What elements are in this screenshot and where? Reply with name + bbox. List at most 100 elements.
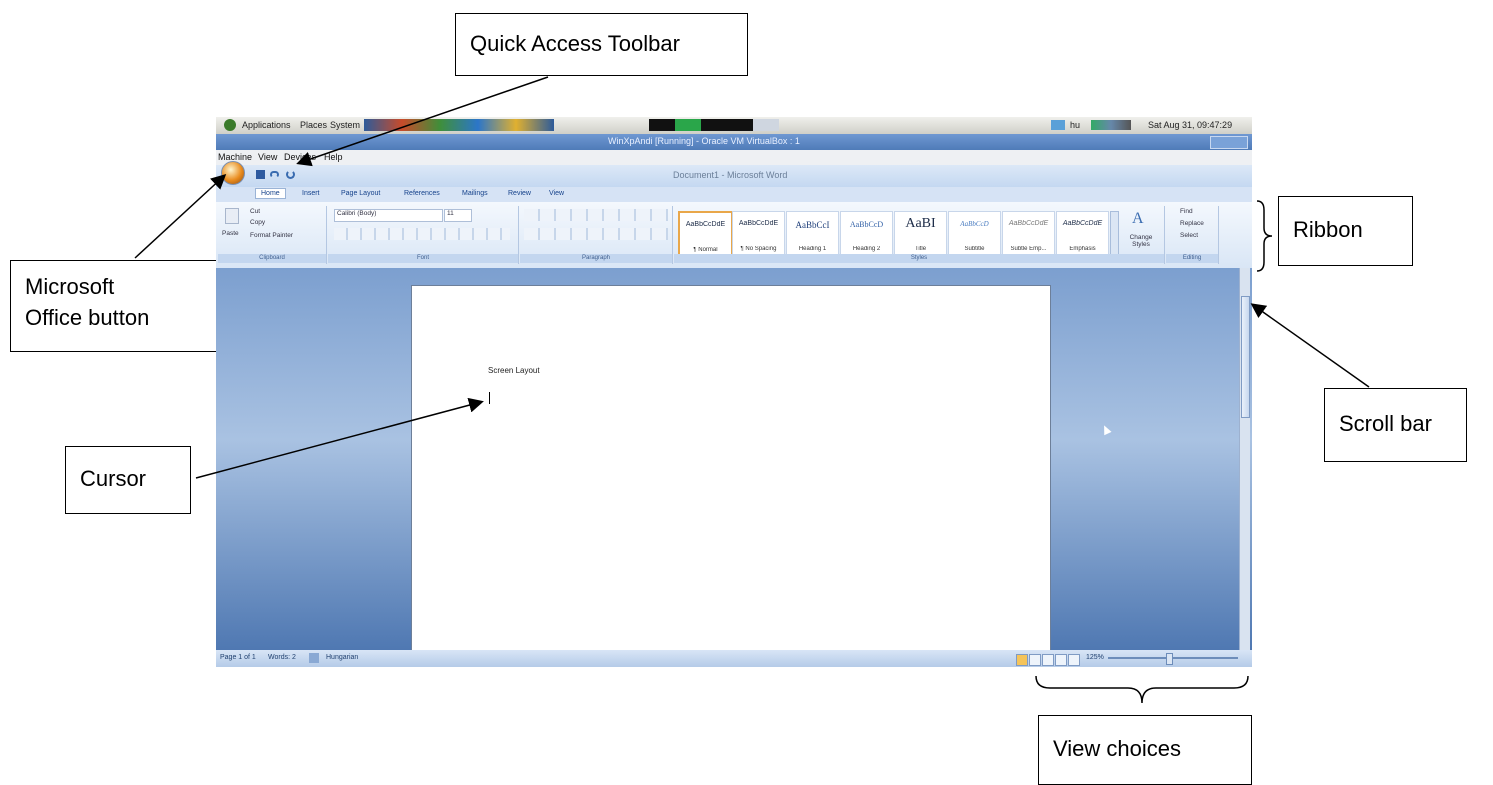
scroll-thumb[interactable] <box>1241 296 1250 418</box>
vb-menu-help[interactable]: Help <box>324 152 343 162</box>
group-label-styles: Styles <box>674 254 1164 263</box>
launcher-icons[interactable] <box>364 119 554 131</box>
style-name: Heading 2 <box>852 246 881 252</box>
gnome-logo-icon[interactable] <box>224 119 236 131</box>
status-bar: Page 1 of 1 Words: 2 Hungarian 125% <box>216 650 1252 667</box>
style-emphasis[interactable]: AaBbCcDdE Emphasis <box>1056 211 1109 257</box>
view-full-screen-icon[interactable] <box>1029 654 1041 666</box>
change-styles-button[interactable]: A Change Styles <box>1122 210 1160 254</box>
style-name: Subtle Emp... <box>1010 246 1047 252</box>
select-button[interactable]: Select <box>1180 232 1198 239</box>
style-preview: AaBI <box>905 216 936 231</box>
group-label-editing: Editing <box>1166 254 1218 263</box>
style-name: Emphasis <box>1069 246 1096 252</box>
callout-scroll-bar: Scroll bar <box>1324 388 1467 462</box>
style-preview: AaBbCcDdE <box>685 221 726 228</box>
style-title[interactable]: AaBI Title <box>894 211 947 257</box>
paste-icon <box>225 208 239 224</box>
view-draft-icon[interactable] <box>1068 654 1080 666</box>
copy-button[interactable]: Copy <box>250 219 265 226</box>
ribbon-tabs: Home Insert Page Layout References Maili… <box>216 187 1252 202</box>
tab-insert[interactable]: Insert <box>302 190 320 197</box>
group-styles: AaBbCcDdE ¶ Normal AaBbCcDdE ¶ No Spacin… <box>674 206 1165 264</box>
style-preview: AaBbCcDdE <box>1008 220 1049 227</box>
vb-menu-devices[interactable]: Devices <box>284 152 316 162</box>
replace-button[interactable]: Replace <box>1180 220 1204 227</box>
zoom-slider[interactable] <box>1108 657 1238 659</box>
paste-button[interactable]: Paste <box>222 208 242 244</box>
brace-ribbon <box>1256 200 1273 272</box>
tab-home[interactable]: Home <box>255 188 286 199</box>
menu-places[interactable]: Places <box>300 120 327 130</box>
document-page[interactable]: Screen Layout <box>411 285 1051 657</box>
zoom-level[interactable]: 125% <box>1086 654 1104 661</box>
status-language[interactable]: Hungarian <box>326 654 358 661</box>
clock[interactable]: Sat Aug 31, 09:47:29 <box>1148 120 1232 130</box>
cut-button[interactable]: Cut <box>250 208 260 215</box>
tab-mailings[interactable]: Mailings <box>462 190 488 197</box>
group-paragraph: Paragraph <box>520 206 673 264</box>
menu-system[interactable]: System <box>330 120 360 130</box>
virtualbox-menu-bar: Machine View Devices Help <box>216 150 1252 165</box>
text-cursor <box>489 392 490 404</box>
word-window-title: Document1 - Microsoft Word <box>673 170 788 180</box>
font-size-box[interactable]: 11 <box>444 209 472 222</box>
style-no-spacing[interactable]: AaBbCcDdE ¶ No Spacing <box>732 211 785 257</box>
paragraph-buttons-row1[interactable] <box>524 209 668 221</box>
format-painter-button[interactable]: Format Painter <box>250 232 293 239</box>
change-styles-icon: A <box>1132 210 1144 227</box>
arrow-office-button <box>134 173 227 259</box>
style-subtitle[interactable]: AaBbCcD Subtitle <box>948 211 1001 257</box>
style-preview: AaBbCcD <box>849 220 884 229</box>
style-preview: AaBbCcDdE <box>738 220 779 227</box>
vb-menu-view[interactable]: View <box>258 152 277 162</box>
style-normal[interactable]: AaBbCcDdE ¶ Normal <box>678 211 733 259</box>
callout-ribbon: Ribbon <box>1278 196 1413 266</box>
redo-icon[interactable] <box>286 170 295 179</box>
zoom-slider-thumb[interactable] <box>1166 653 1173 665</box>
callout-office-button: Microsoft Office button <box>10 260 220 352</box>
window-controls[interactable] <box>1210 136 1248 149</box>
office-button[interactable] <box>221 161 245 185</box>
vertical-scroll-bar[interactable] <box>1239 268 1250 650</box>
save-icon[interactable] <box>256 170 265 179</box>
workspace-switcher[interactable] <box>649 119 779 131</box>
menu-applications[interactable]: Applications <box>242 120 291 130</box>
view-web-layout-icon[interactable] <box>1042 654 1054 666</box>
tab-review[interactable]: Review <box>508 190 531 197</box>
tab-references[interactable]: References <box>404 190 440 197</box>
status-words[interactable]: Words: 2 <box>268 654 296 661</box>
undo-icon[interactable] <box>270 171 279 178</box>
tab-view[interactable]: View <box>549 190 564 197</box>
style-subtle-emphasis[interactable]: AaBbCcDdE Subtle Emp... <box>1002 211 1055 257</box>
proofing-icon[interactable] <box>309 653 319 663</box>
view-print-layout-icon[interactable] <box>1016 654 1028 666</box>
styles-scroll-buttons[interactable] <box>1110 211 1119 255</box>
quick-access-toolbar[interactable] <box>256 168 304 181</box>
group-font: Calibri (Body) 11 Font <box>328 206 519 264</box>
style-name: Subtitle <box>964 246 985 252</box>
virtualbox-title: WinXpAndi [Running] - Oracle VM VirtualB… <box>608 136 800 146</box>
style-preview: AaBbCcD <box>960 220 989 228</box>
virtualbox-title-bar: WinXpAndi [Running] - Oracle VM VirtualB… <box>216 134 1252 150</box>
group-label-font: Font <box>328 254 518 263</box>
paragraph-buttons-row2[interactable] <box>524 228 668 240</box>
font-format-buttons[interactable] <box>334 228 510 240</box>
ribbon: Paste Cut Copy Format Painter Clipboard … <box>216 202 1252 269</box>
gnome-top-panel: Applications Places System hu Sat Aug 31… <box>216 117 1252 134</box>
style-heading-2[interactable]: AaBbCcD Heading 2 <box>840 211 893 257</box>
word-title-bar: Document1 - Microsoft Word <box>216 161 1252 187</box>
callout-quick-access-toolbar: Quick Access Toolbar <box>455 13 748 76</box>
tray-icons[interactable] <box>1091 120 1131 130</box>
style-heading-1[interactable]: AaBbCcI Heading 1 <box>786 211 839 257</box>
callout-office-button-line2: Office button <box>25 305 150 330</box>
tab-page-layout[interactable]: Page Layout <box>341 190 380 197</box>
find-button[interactable]: Find <box>1180 208 1193 215</box>
document-workspace: Screen Layout <box>216 268 1252 657</box>
font-name-box[interactable]: Calibri (Body) <box>334 209 443 222</box>
view-outline-icon[interactable] <box>1055 654 1067 666</box>
keyboard-flag-icon[interactable] <box>1051 120 1065 130</box>
status-page[interactable]: Page 1 of 1 <box>220 654 256 661</box>
arrow-scroll-bar <box>1250 303 1370 388</box>
callout-cursor: Cursor <box>65 446 191 514</box>
